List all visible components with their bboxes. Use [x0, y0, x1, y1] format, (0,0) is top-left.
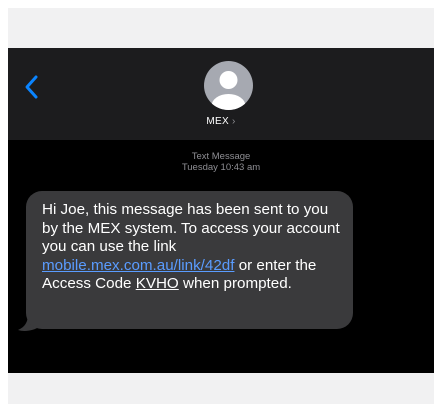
message-bubble[interactable]: Hi Joe, this message has been sent to yo… — [26, 191, 353, 329]
person-silhouette-icon — [211, 71, 246, 110]
timestamp-label: Tuesday 10:43 am — [181, 162, 261, 173]
messages-screen: MEX › Text Message Tuesday 10:43 am Hi Jo… — [8, 48, 434, 373]
message-timestamp: Text Message Tuesday 10:43 am — [8, 151, 434, 173]
avatar[interactable] — [204, 61, 253, 110]
message-link[interactable]: mobile.mex.com.au/link/42df — [42, 257, 234, 274]
contact-name-button[interactable]: MEX › — [8, 116, 434, 127]
chevron-right-icon: › — [231, 116, 236, 127]
message-text: Hi Joe, this message has been sent to yo… — [42, 201, 340, 255]
message-text-end: when prompted. — [178, 275, 292, 292]
contact-name: MEX — [206, 116, 229, 127]
conversation-header: MEX › — [8, 48, 434, 140]
back-button[interactable] — [22, 72, 44, 102]
chevron-left-icon — [25, 75, 38, 99]
access-code[interactable]: KVHO — [136, 275, 179, 292]
channel-label: Text Message — [191, 151, 251, 162]
